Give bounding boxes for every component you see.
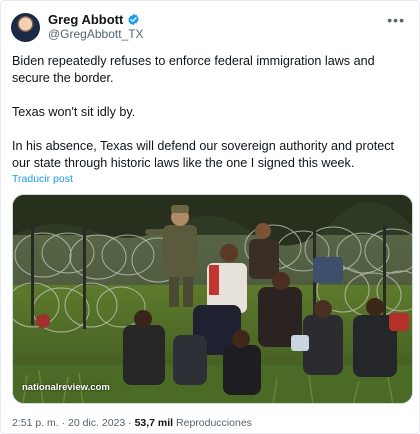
views-label: Reproducciones — [173, 417, 252, 429]
tweet-paragraph: Texas won't sit idly by. — [12, 105, 136, 119]
border-crossing-photo — [13, 195, 412, 403]
tweet-header: Greg Abbott @GregAbbott_TX — [11, 11, 144, 43]
more-horizontal-icon[interactable]: ••• — [387, 13, 405, 27]
tweet-text: Biden repeatedly refuses to enforce fede… — [12, 53, 408, 172]
tweet-paragraph: Biden repeatedly refuses to enforce fede… — [12, 54, 375, 85]
tweet-media-photo[interactable]: nationalreview.com — [12, 194, 413, 404]
tweet-paragraph: In his absence, Texas will defend our so… — [12, 139, 395, 170]
author-handle[interactable]: @GregAbbott_TX — [48, 27, 144, 42]
views-count: 53,7 mil — [134, 417, 174, 429]
translate-post-link[interactable]: Traducir post — [12, 173, 73, 185]
tweet-meta: 2:51 p. m. · 20 dic. 2023 · 53,7 mil Rep… — [12, 417, 252, 429]
author-names: Greg Abbott @GregAbbott_TX — [48, 12, 144, 42]
author-display-name[interactable]: Greg Abbott — [48, 12, 123, 27]
media-source-label: nationalreview.com — [22, 382, 110, 393]
author-name-row: Greg Abbott — [48, 12, 144, 27]
author-avatar[interactable] — [11, 12, 40, 42]
verified-badge-icon — [127, 13, 140, 26]
tweet-timestamp[interactable]: 2:51 p. m. · 20 dic. 2023 · — [12, 417, 135, 429]
tweet-card: Greg Abbott @GregAbbott_TX ••• Biden rep… — [0, 0, 420, 434]
